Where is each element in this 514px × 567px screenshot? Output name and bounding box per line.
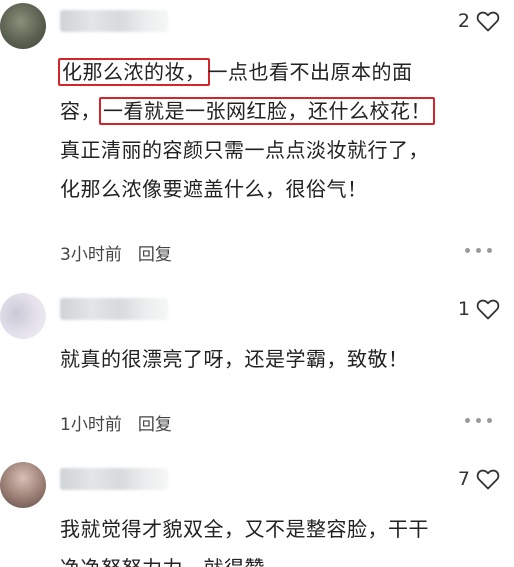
more-dots-icon[interactable]	[465, 418, 492, 423]
comment-meta: 3小时前 回复	[60, 240, 172, 265]
text-span: 一点也看不出原本的面	[207, 60, 413, 84]
timestamp: 3小时前	[60, 245, 122, 265]
avatar[interactable]	[0, 3, 46, 49]
comment-line: 就真的很漂亮了呀，还是学霸，致敬！	[60, 347, 409, 371]
comment-text: 化那么浓的妆， 一点也看不出原本的面 容， 一看就是一张网红脸，还什么校花！ 真正清…	[58, 53, 480, 209]
highlight-box: 化那么浓的妆，	[58, 58, 210, 86]
dot	[487, 248, 492, 253]
timestamp: 1小时前	[60, 415, 122, 435]
dot	[476, 248, 481, 253]
username-blurred[interactable]	[60, 10, 168, 32]
comment-meta: 1小时前 回复	[60, 410, 172, 435]
comment-line: 我就觉得才貌双全，又不是整容脸，干干	[60, 517, 429, 541]
username-blurred[interactable]	[60, 468, 168, 490]
reply-button[interactable]: 回复	[138, 240, 172, 265]
heart-outline-icon	[476, 11, 500, 32]
comment-text: 就真的很漂亮了呀，还是学霸，致敬！	[60, 340, 480, 379]
comment-line: 化那么浓像要遮盖什么，很俗气！	[60, 177, 368, 201]
like-button[interactable]: 7	[458, 468, 500, 490]
username-blurred[interactable]	[60, 298, 168, 320]
like-button[interactable]: 2	[458, 10, 500, 32]
dot	[487, 418, 492, 423]
dot	[465, 248, 470, 253]
dot	[465, 418, 470, 423]
highlight-box: 一看就是一张网红脸，还什么校花！	[99, 97, 435, 125]
like-count: 2	[457, 10, 470, 32]
like-button[interactable]: 1	[458, 298, 500, 320]
comment-line: 净净努努力力，就得赞	[60, 549, 480, 567]
heart-outline-icon	[476, 469, 500, 490]
text-span: 容，	[60, 99, 101, 123]
comment-line: 容， 一看就是一张网红脸，还什么校花！	[60, 92, 480, 131]
like-count: 7	[457, 468, 470, 490]
heart-outline-icon	[476, 299, 500, 320]
like-count: 1	[457, 298, 470, 320]
comment-text: 我就觉得才貌双全，又不是整容脸，干干 净净努努力力，就得赞	[60, 510, 480, 567]
reply-button[interactable]: 回复	[138, 410, 172, 435]
dot	[476, 418, 481, 423]
avatar[interactable]	[0, 462, 46, 508]
more-dots-icon[interactable]	[465, 248, 492, 253]
comment-line: 化那么浓的妆， 一点也看不出原本的面	[58, 53, 480, 92]
avatar[interactable]	[0, 293, 46, 339]
comment-line: 真正清丽的容颜只需一点点淡妆就行了，	[60, 138, 429, 162]
